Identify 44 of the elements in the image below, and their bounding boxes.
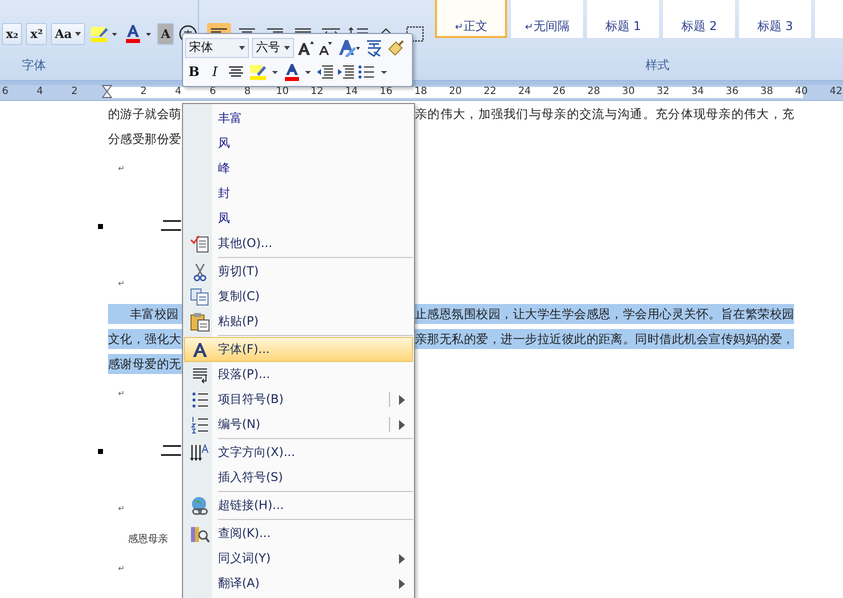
- ruler-number: 34: [691, 86, 704, 98]
- document-text: 文化，强化大: [108, 328, 182, 348]
- ruler-number: 2: [70, 86, 79, 98]
- style-name: 标题 2: [682, 18, 717, 35]
- document-text: 分感受那份爱: [108, 130, 182, 148]
- ruler-number: 22: [484, 86, 496, 98]
- style-name: 标题 3: [758, 18, 793, 35]
- document-text: 亲的伟大，加强我们与母亲的交流与沟通。充分体现母亲的伟大，充: [415, 106, 794, 122]
- style-name: ↵正文: [455, 18, 488, 35]
- paragraph-mark: ↵: [118, 164, 125, 174]
- document-text: 感恩母亲: [128, 532, 168, 546]
- document-text: 感谢母爱的无: [108, 354, 182, 374]
- paragraph-mark: ↵: [118, 388, 125, 398]
- ruler-number: 10: [276, 86, 288, 98]
- paragraph-mark: ↵: [118, 278, 125, 288]
- ruler-number: 28: [587, 86, 600, 98]
- ruler-number: 4: [174, 86, 182, 98]
- ruler-number: 24: [518, 86, 530, 98]
- ruler-number: 32: [656, 86, 669, 98]
- ruler-number: 12: [310, 86, 323, 98]
- document-text: 止感恩氛围校园，让大学生学会感恩，学会用心灵关怀。旨在繁荣校园: [415, 304, 794, 324]
- ruler-number: 26: [552, 86, 565, 98]
- ruler-number: 20: [449, 86, 461, 98]
- ruler-number: 16: [380, 86, 392, 98]
- ruler-number: 6: [1, 86, 10, 98]
- ruler-number: 4: [36, 86, 44, 98]
- document-text: 丰富校园: [108, 304, 182, 324]
- ruler-number: 2: [139, 86, 148, 98]
- ruler-number: 18: [414, 86, 426, 98]
- ruler-number: 38: [760, 86, 772, 98]
- ruler-number: 40: [795, 86, 807, 98]
- ruler-number: 6: [208, 86, 217, 98]
- paragraph-mark: ↵: [118, 504, 125, 514]
- group-label: 样式: [645, 57, 670, 74]
- group-label: 字体: [22, 57, 46, 74]
- ruler-number: 42: [830, 86, 842, 98]
- document-text: 亲那无私的爱，进一步拉近彼此的距离。同时借此机会宣传妈妈的爱，: [415, 328, 794, 348]
- ruler-number: 36: [726, 86, 738, 98]
- ruler-number: 30: [622, 86, 634, 98]
- ruler-number: 14: [345, 86, 358, 98]
- document-text: 的游子就会萌: [108, 106, 182, 122]
- style-name: 标题 1: [606, 18, 641, 35]
- paragraph-mark: ↵: [118, 564, 125, 574]
- style-name: ↵无间隔: [525, 18, 570, 35]
